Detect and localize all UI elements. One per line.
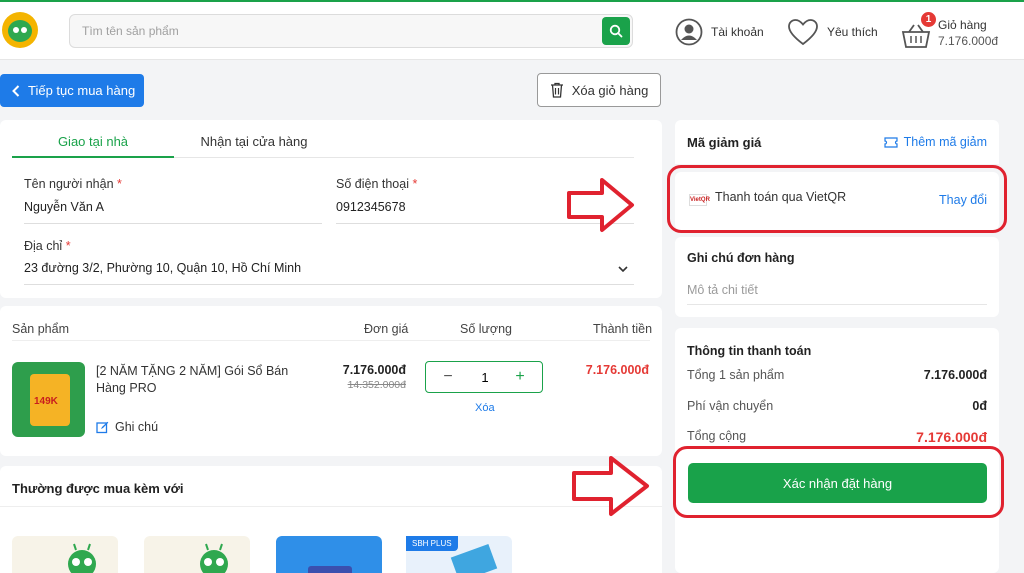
logo-eye bbox=[13, 27, 19, 33]
clear-cart-label: Xóa giỏ hàng bbox=[571, 82, 649, 98]
edit-icon bbox=[96, 421, 109, 433]
logo-eye bbox=[21, 27, 27, 33]
search-icon bbox=[609, 24, 623, 38]
search-button[interactable] bbox=[602, 17, 630, 45]
product-thumbnail-price: 149K bbox=[34, 396, 58, 407]
cart-link[interactable]: 1 Giỏ hàng 7.176.000đ bbox=[900, 12, 1010, 52]
trash-icon bbox=[550, 82, 563, 98]
related-products-title: Thường được mua kèm với bbox=[12, 481, 184, 496]
col-product-header: Sản phẩm bbox=[12, 322, 69, 336]
col-price-header: Đơn giá bbox=[364, 322, 409, 336]
arrow-right-icon bbox=[567, 178, 634, 232]
required-mark: * bbox=[117, 177, 122, 191]
product-note-link[interactable]: Ghi chú bbox=[96, 420, 158, 434]
required-mark: * bbox=[412, 177, 418, 191]
phone-value: 0912345678 bbox=[336, 200, 406, 214]
related-product-card[interactable] bbox=[12, 536, 118, 573]
add-voucher-label: Thêm mã giảm bbox=[903, 135, 987, 149]
phone-label-text: Số điện thoại bbox=[336, 177, 409, 191]
recipient-field[interactable]: Nguyễn Văn A bbox=[24, 200, 322, 224]
recipient-label: Tên người nhận * bbox=[24, 177, 122, 191]
recipient-label-text: Tên người nhận bbox=[24, 177, 114, 191]
product-note-label: Ghi chú bbox=[115, 420, 159, 434]
product-name[interactable]: [2 NĂM TẶNG 2 NĂM] Gói Sổ Bán Hàng PRO bbox=[96, 363, 306, 397]
summary-title: Thông tin thanh toán bbox=[687, 344, 812, 358]
summary-total-label: Tổng cộng bbox=[687, 429, 747, 443]
cart-total: 7.176.000đ bbox=[938, 34, 999, 48]
summary-subtotal-row: Tổng 1 sản phẩm 7.176.000đ bbox=[687, 368, 987, 382]
quantity-decrease-button[interactable]: − bbox=[438, 366, 458, 388]
continue-shopping-button[interactable]: Tiếp tục mua hàng bbox=[0, 74, 144, 107]
delivery-panel: Giao tại nhà Nhận tại cửa hàng Tên người… bbox=[0, 120, 662, 298]
ticket-icon bbox=[884, 136, 898, 148]
order-note-label: Ghi chú đơn hàng bbox=[687, 251, 795, 265]
order-note-panel: Ghi chú đơn hàng bbox=[675, 237, 999, 317]
related-divider bbox=[0, 506, 662, 507]
voucher-panel: Mã giảm giá Thêm mã giảm bbox=[675, 120, 999, 164]
related-product-card[interactable] bbox=[144, 536, 250, 573]
related-products-panel: Thường được mua kèm với SBH PLUS bbox=[0, 466, 662, 573]
continue-shopping-label: Tiếp tục mua hàng bbox=[28, 83, 136, 98]
search-box bbox=[69, 14, 633, 48]
chevron-down-icon bbox=[618, 266, 628, 272]
header: Tài khoản Yêu thích 1 Giỏ hàng 7.176.000… bbox=[0, 2, 1024, 60]
account-link[interactable]: Tài khoản bbox=[675, 16, 764, 48]
tab-home-delivery[interactable]: Giao tại nhà bbox=[12, 134, 174, 158]
address-label: Địa chỉ * bbox=[24, 239, 71, 253]
original-price: 14.352.000đ bbox=[347, 379, 406, 391]
summary-total-value: 7.176.000đ bbox=[916, 429, 987, 445]
logo-mascot bbox=[8, 20, 32, 42]
search-input[interactable] bbox=[82, 15, 582, 47]
user-icon bbox=[675, 18, 703, 46]
address-value: 23 đường 3/2, Phường 10, Quận 10, Hồ Chí… bbox=[24, 261, 302, 275]
confirm-highlight-box bbox=[673, 446, 1004, 518]
item-subtotal: 7.176.000đ bbox=[585, 363, 649, 377]
add-voucher-link[interactable]: Thêm mã giảm bbox=[884, 135, 987, 149]
summary-total-row: Tổng cộng 7.176.000đ bbox=[687, 429, 987, 445]
quantity-stepper: − + bbox=[425, 361, 543, 393]
arrow-right-icon bbox=[572, 456, 649, 516]
summary-shipping-label: Phí vận chuyển bbox=[687, 399, 774, 413]
logo[interactable] bbox=[2, 12, 38, 48]
summary-shipping-row: Phí vận chuyển 0đ bbox=[687, 399, 987, 413]
product-thumbnail[interactable]: 149K bbox=[12, 362, 85, 437]
related-product-card[interactable] bbox=[276, 536, 382, 573]
recipient-value: Nguyễn Văn A bbox=[24, 200, 104, 214]
product-box-art bbox=[450, 543, 498, 573]
related-product-card[interactable]: SBH PLUS bbox=[406, 536, 512, 573]
voucher-label: Mã giảm giá bbox=[687, 135, 762, 150]
phone-label: Số điện thoại * bbox=[336, 177, 417, 191]
cart-label: Giỏ hàng bbox=[938, 18, 987, 32]
cart-table-panel: Sản phẩm Đơn giá Số lượng Thành tiền 149… bbox=[0, 306, 662, 456]
remove-item-link[interactable]: Xóa bbox=[475, 402, 495, 414]
address-label-text: Địa chỉ bbox=[24, 239, 63, 253]
mascot-icon bbox=[200, 543, 228, 573]
delivery-tabs: Giao tại nhà Nhận tại cửa hàng bbox=[12, 134, 634, 158]
col-quantity-header: Số lượng bbox=[460, 322, 513, 336]
order-note-input[interactable] bbox=[687, 275, 987, 305]
payment-highlight-box bbox=[667, 165, 1007, 233]
wishlist-label: Yêu thích bbox=[827, 25, 878, 39]
required-mark: * bbox=[65, 239, 71, 253]
quantity-increase-button[interactable]: + bbox=[510, 366, 530, 388]
summary-subtotal-value: 7.176.000đ bbox=[923, 368, 987, 382]
chevron-left-icon bbox=[12, 84, 20, 97]
table-divider bbox=[12, 340, 650, 341]
sbh-plus-badge: SBH PLUS bbox=[406, 536, 458, 551]
summary-shipping-value: 0đ bbox=[972, 399, 987, 413]
tab-store-pickup[interactable]: Nhận tại cửa hàng bbox=[174, 134, 334, 158]
account-label: Tài khoản bbox=[711, 25, 764, 39]
store-awning-icon bbox=[308, 566, 352, 573]
quantity-input[interactable] bbox=[466, 367, 504, 387]
unit-price: 7.176.000đ bbox=[342, 363, 406, 377]
summary-subtotal-label: Tổng 1 sản phẩm bbox=[687, 368, 785, 382]
heart-icon bbox=[788, 19, 818, 46]
address-select[interactable]: 23 đường 3/2, Phường 10, Quận 10, Hồ Chí… bbox=[24, 261, 634, 285]
clear-cart-button[interactable]: Xóa giỏ hàng bbox=[537, 73, 661, 107]
cart-count-badge: 1 bbox=[921, 12, 936, 27]
mascot-icon bbox=[68, 543, 96, 573]
wishlist-link[interactable]: Yêu thích bbox=[787, 16, 878, 48]
col-subtotal-header: Thành tiền bbox=[593, 322, 653, 336]
